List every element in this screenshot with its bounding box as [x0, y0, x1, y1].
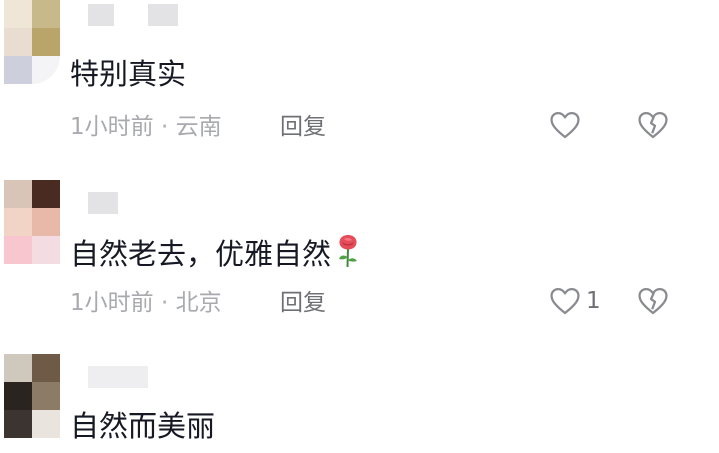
comment-item: 自然而美丽 — [0, 350, 719, 453]
heart-outline-icon — [548, 108, 582, 142]
avatar[interactable] — [4, 180, 60, 264]
like-button[interactable] — [548, 108, 586, 142]
like-button[interactable]: 1 — [548, 284, 601, 318]
like-count: 1 — [586, 288, 601, 314]
reply-button[interactable]: 回复 — [280, 112, 326, 142]
comment-meta: 1小时前 · 北京 回复 — [70, 288, 326, 318]
reply-button[interactable]: 回复 — [280, 288, 326, 318]
comment-text: 自然老去，优雅自然 — [70, 232, 361, 276]
avatar[interactable] — [4, 0, 60, 84]
comment-text: 特别真实 — [70, 57, 187, 91]
comment-time-location: 1小时前 · 北京 — [70, 290, 222, 316]
comment-item: 特别真实 1小时前 · 云南 回复 — [0, 0, 719, 160]
comment-meta: 1小时前 · 云南 回复 — [70, 112, 326, 142]
comment-text-body: 自然老去，优雅自然 — [70, 237, 332, 271]
avatar[interactable] — [4, 354, 60, 438]
broken-heart-icon — [636, 108, 670, 142]
comment-item: 自然老去，优雅自然 1小时前 · 北京 回复 1 — [0, 170, 719, 340]
heart-outline-icon — [548, 284, 582, 318]
rose-emoji-icon — [335, 232, 361, 276]
dislike-button[interactable] — [636, 284, 670, 318]
dislike-button[interactable] — [636, 108, 670, 142]
comment-time-location: 1小时前 · 云南 — [70, 114, 222, 140]
comment-text: 自然而美丽 — [70, 409, 216, 443]
broken-heart-icon — [636, 284, 670, 318]
